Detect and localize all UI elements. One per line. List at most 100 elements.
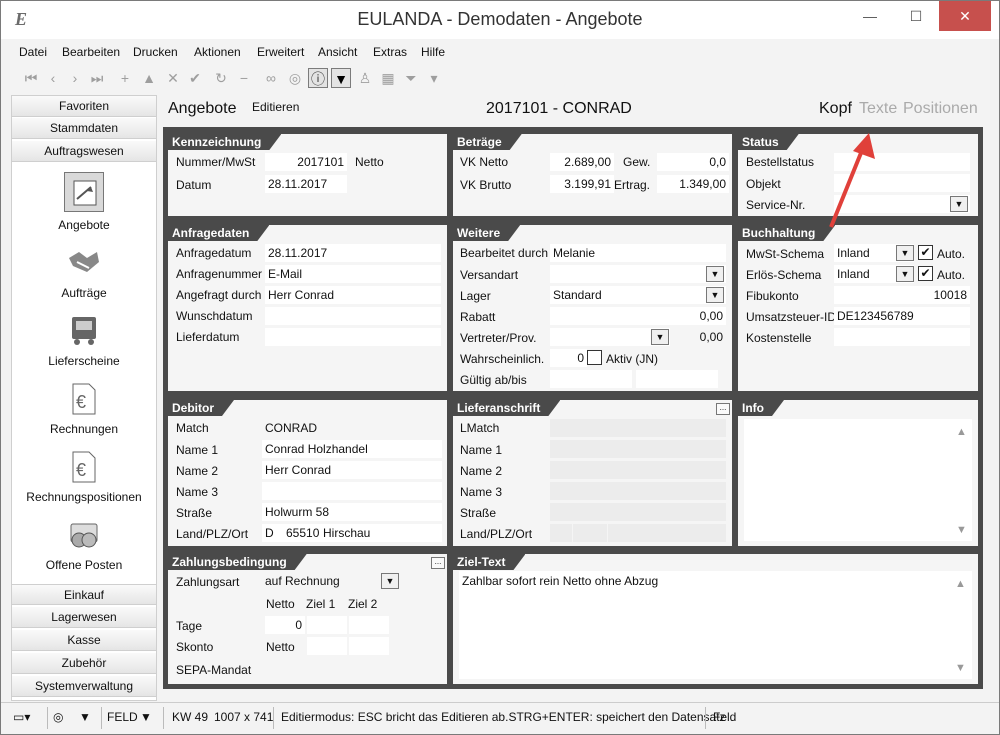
- filter-dropdown-icon[interactable]: ▾: [424, 68, 444, 88]
- tage-netto-field[interactable]: 0: [265, 616, 305, 634]
- menu-drucken[interactable]: Drucken: [133, 45, 178, 59]
- chevron-down-icon[interactable]: ▼: [706, 287, 724, 303]
- wunschdatum-field[interactable]: [265, 307, 441, 325]
- lieferdatum-field[interactable]: [265, 328, 441, 346]
- last-icon[interactable]: ⏭: [87, 68, 107, 88]
- ziel-text-area[interactable]: Zahlbar sofort rein Netto ohne Abzug: [459, 571, 972, 679]
- aktiv-checkbox[interactable]: [587, 350, 602, 365]
- minus-icon[interactable]: −: [234, 68, 254, 88]
- skonto-ziel2-field[interactable]: [349, 637, 389, 655]
- mwst-auto-checkbox[interactable]: ✔: [918, 245, 933, 260]
- gueltig-ab-field[interactable]: [550, 370, 632, 388]
- menu-aktionen[interactable]: Aktionen: [194, 45, 241, 59]
- rabatt-field[interactable]: 0,00: [550, 307, 726, 325]
- add-icon[interactable]: +: [115, 68, 135, 88]
- strasse-field[interactable]: Holwurm 58: [262, 503, 442, 521]
- name1-field[interactable]: Conrad Holzhandel: [262, 440, 442, 458]
- binoculars-icon[interactable]: ∞: [261, 68, 281, 88]
- vk-netto-field[interactable]: 2.689,00: [550, 153, 614, 171]
- sidebar-item-angebote[interactable]: Angebote: [12, 172, 156, 232]
- wahrsch-field[interactable]: 0: [550, 349, 587, 367]
- menu-ansicht[interactable]: Ansicht: [318, 45, 357, 59]
- menu-bearbeiten[interactable]: Bearbeiten: [62, 45, 120, 59]
- sidebar-tab-lagerwesen[interactable]: Lagerwesen: [12, 607, 156, 628]
- scroll-down-icon[interactable]: ▼: [956, 524, 967, 536]
- info-textarea[interactable]: [744, 419, 972, 541]
- window-icon[interactable]: ▭▾: [13, 710, 30, 724]
- chevron-down-icon[interactable]: ▼: [381, 573, 399, 589]
- next-icon[interactable]: ›: [65, 68, 85, 88]
- minimize-button[interactable]: —: [847, 1, 893, 31]
- sidebar-item-rechnungspositionen[interactable]: € Rechnungspositionen: [12, 450, 156, 504]
- scroll-up-icon[interactable]: ▲: [955, 578, 966, 590]
- more-button[interactable]: ...: [431, 557, 445, 569]
- anfragedatum-field[interactable]: 28.11.2017: [265, 244, 441, 262]
- kostenstelle-field[interactable]: [834, 328, 970, 346]
- sidebar-tab-zubehoer[interactable]: Zubehör: [12, 653, 156, 674]
- bearbeitet-field[interactable]: Melanie: [550, 244, 726, 262]
- datum-field[interactable]: 28.11.2017: [265, 175, 347, 193]
- tab-positionen[interactable]: Positionen: [903, 100, 978, 118]
- fibukonto-field[interactable]: 10018: [834, 286, 970, 304]
- sidebar-item-offene-posten[interactable]: Offene Posten: [12, 518, 156, 572]
- sidebar-tab-auftragswesen[interactable]: Auftragswesen: [12, 141, 156, 162]
- grid-icon[interactable]: ▦: [378, 68, 398, 88]
- tage-ziel2-field[interactable]: [349, 616, 389, 634]
- provision-field[interactable]: 0,00: [675, 328, 726, 346]
- ertrag-field[interactable]: 1.349,00: [657, 175, 729, 193]
- info-icon[interactable]: ⓘ: [308, 68, 328, 88]
- name2-field[interactable]: Herr Conrad: [262, 461, 442, 479]
- menu-extras[interactable]: Extras: [373, 45, 407, 59]
- ust-field[interactable]: DE123456789: [834, 307, 970, 325]
- sidebar-tab-systemverwaltung[interactable]: Systemverwaltung: [12, 676, 156, 697]
- person-icon[interactable]: ♙: [355, 68, 375, 88]
- delete-icon[interactable]: ✕: [163, 68, 183, 88]
- erloes-auto-checkbox[interactable]: ✔: [918, 266, 933, 281]
- gew-field[interactable]: 0,0: [657, 153, 729, 171]
- tab-texte[interactable]: Texte: [859, 100, 897, 118]
- sidebar-tab-stammdaten[interactable]: Stammdaten: [12, 118, 156, 139]
- confirm-icon[interactable]: ✔: [185, 68, 205, 88]
- maximize-button[interactable]: ☐: [893, 1, 939, 31]
- lmatch-field[interactable]: [550, 419, 726, 437]
- first-icon[interactable]: ⏮: [21, 68, 41, 88]
- lort-field[interactable]: [608, 524, 726, 542]
- lplz-field[interactable]: [573, 524, 607, 542]
- sidebar-tab-kasse[interactable]: Kasse: [12, 630, 156, 651]
- lname1-field[interactable]: [550, 440, 726, 458]
- land-field[interactable]: D: [262, 524, 284, 542]
- menu-hilfe[interactable]: Hilfe: [421, 45, 445, 59]
- sidebar-tab-favoriten[interactable]: Favoriten: [12, 96, 156, 117]
- close-button[interactable]: ✕: [939, 1, 991, 31]
- chevron-down-icon[interactable]: ▼: [950, 196, 968, 212]
- versandart-field[interactable]: [550, 265, 726, 283]
- lname2-field[interactable]: [550, 461, 726, 479]
- sidebar-item-lieferscheine[interactable]: Lieferscheine: [12, 314, 156, 368]
- chevron-down-icon[interactable]: ▼: [706, 266, 724, 282]
- target-icon[interactable]: ◎: [285, 68, 305, 88]
- feld-dropdown-icon[interactable]: ▼: [140, 710, 152, 724]
- target-icon[interactable]: ◎: [53, 710, 63, 724]
- dropdown-icon[interactable]: ▼: [79, 710, 91, 724]
- ort-field[interactable]: Hirschau: [320, 524, 442, 542]
- match-field[interactable]: CONRAD: [262, 419, 442, 437]
- menu-datei[interactable]: Datei: [19, 45, 47, 59]
- more-button[interactable]: ...: [716, 403, 730, 415]
- dropdown-icon[interactable]: ▼: [331, 68, 351, 88]
- sidebar-item-rechnungen[interactable]: € Rechnungen: [12, 382, 156, 436]
- sidebar-tab-einkauf[interactable]: Einkauf: [12, 584, 156, 605]
- chevron-down-icon[interactable]: ▼: [896, 245, 914, 261]
- angefragt-field[interactable]: Herr Conrad: [265, 286, 441, 304]
- sidebar-item-auftraege[interactable]: Aufträge: [12, 246, 156, 300]
- chevron-down-icon[interactable]: ▼: [896, 266, 914, 282]
- prev-icon[interactable]: ‹: [43, 68, 63, 88]
- filter-icon[interactable]: ⏷: [401, 68, 421, 88]
- lager-field[interactable]: Standard: [550, 286, 726, 304]
- skonto-ziel1-field[interactable]: [307, 637, 347, 655]
- gueltig-bis-field[interactable]: [636, 370, 718, 388]
- plz-field[interactable]: 65510: [283, 524, 321, 542]
- name3-field[interactable]: [262, 482, 442, 500]
- lname3-field[interactable]: [550, 482, 726, 500]
- scroll-up-icon[interactable]: ▲: [956, 426, 967, 438]
- lstrasse-field[interactable]: [550, 503, 726, 521]
